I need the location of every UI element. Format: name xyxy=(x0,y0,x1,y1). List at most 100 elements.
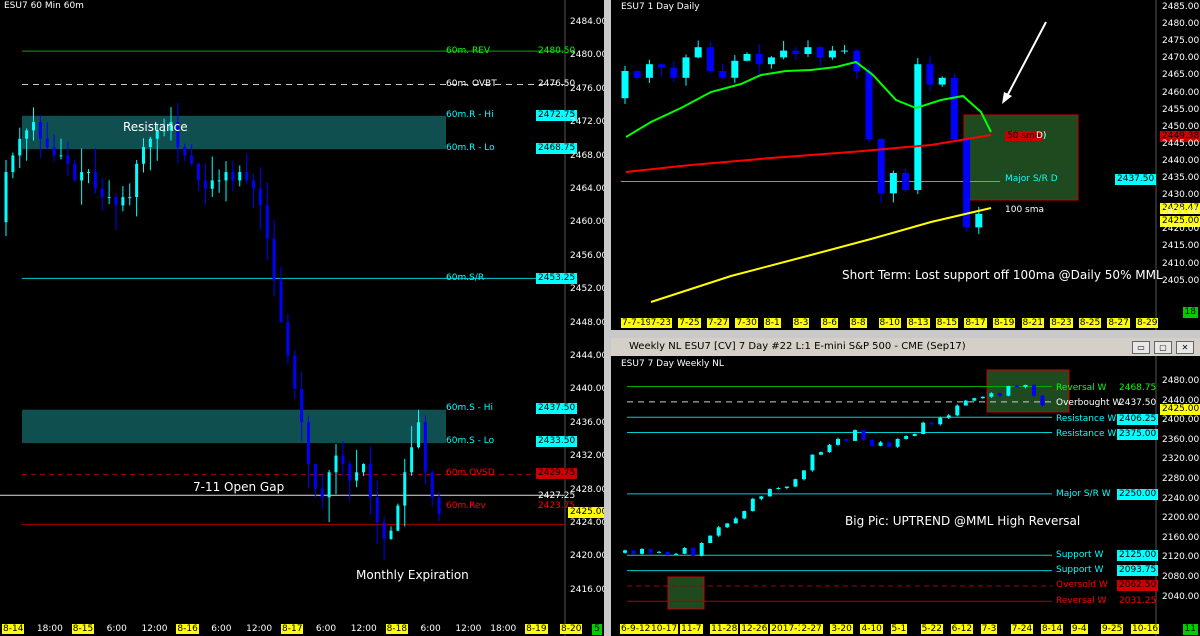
y-tick-label: 2320.00 xyxy=(1162,454,1200,465)
candle-body xyxy=(334,455,338,473)
candle-body xyxy=(265,205,269,239)
expiration-label: Monthly Expiration xyxy=(356,568,469,582)
y-tick-label: 2360.00 xyxy=(1162,434,1200,445)
x-tick-label: 8-19 xyxy=(525,624,548,634)
candle-body xyxy=(810,454,815,471)
candle-body xyxy=(38,122,42,139)
y-tick-label: 2080.00 xyxy=(1162,572,1200,582)
candle-body xyxy=(780,50,788,58)
sma-green-line xyxy=(625,60,992,138)
x-tick-label: 12:00 xyxy=(141,624,168,634)
candle-body xyxy=(93,172,97,189)
chart-daily[interactable]: ESU7 1 Day Daily 50 sma D) Major S/R D 1… xyxy=(611,0,1200,330)
level-ovbt-label: 60m. OVBT xyxy=(446,79,497,89)
x-tick-label: 8-10 xyxy=(878,318,901,328)
y-tick-label: 2425.00 xyxy=(1162,207,1200,218)
candle-body xyxy=(997,393,1002,396)
price-rev2: 2031.25 xyxy=(1119,596,1157,606)
x-tick-label: 8-14 xyxy=(1040,624,1064,634)
pane-divider-horizontal[interactable] xyxy=(611,330,1200,338)
candle-body xyxy=(950,77,958,139)
highlight-zone xyxy=(963,114,1079,201)
resistance-zone xyxy=(22,115,446,150)
pane-divider-vertical[interactable] xyxy=(604,0,611,636)
candle-body xyxy=(313,463,317,489)
y-tick-label: 2450.00 xyxy=(1162,121,1200,132)
x-tick-label: 8-15 xyxy=(935,318,959,328)
x-tick-label: 5-22 xyxy=(920,624,944,634)
y-tick-label: 2476.00 xyxy=(570,83,604,94)
candle-body xyxy=(410,447,414,473)
arrow-head xyxy=(1002,92,1012,104)
chart-60min[interactable]: ESU7 60 Min 60m Resistance 7-11 Open Gap… xyxy=(0,0,604,636)
candle-body xyxy=(658,64,666,68)
y-tick-label: 2468.00 xyxy=(570,150,604,161)
y-tick-label: 2485.00 xyxy=(1162,2,1200,12)
y-tick-label: 2455.00 xyxy=(1162,104,1200,115)
candle-body xyxy=(895,438,900,447)
candle-body xyxy=(245,172,249,181)
candle-body xyxy=(955,405,960,416)
candle-body xyxy=(767,57,775,65)
y-tick-label: 2440.00 xyxy=(570,384,604,395)
x-tick-label: 6:00 xyxy=(211,624,232,634)
candle-body xyxy=(938,77,946,85)
candle-body xyxy=(827,444,832,453)
short-term-note: Short Term: Lost support off 100ma @Dail… xyxy=(842,268,1163,282)
y-tick-label: 2420.00 xyxy=(1162,224,1200,235)
candle-body xyxy=(755,54,763,65)
candle-body xyxy=(621,71,629,99)
major-sr-label: Major S/R D xyxy=(1005,174,1058,184)
x-tick-label: 5-1 xyxy=(890,624,908,634)
level-rev2: Reversal W xyxy=(1056,596,1107,606)
level-res1: Resistance W xyxy=(1056,414,1117,424)
candle-body xyxy=(670,67,678,78)
candle-body xyxy=(396,505,400,531)
candle-body xyxy=(148,138,152,148)
x-tick-label: 6:00 xyxy=(315,624,337,634)
candle-body xyxy=(320,488,324,498)
x-tick-label: 8-15 xyxy=(71,624,95,634)
x-tick-label: 6:00 xyxy=(420,624,441,634)
resistance-label: Resistance xyxy=(123,120,188,134)
x-tick-label: 8-16 xyxy=(176,624,199,634)
price-sup2: 2093.75 xyxy=(1117,565,1159,576)
candle-body xyxy=(11,155,15,173)
candle-body xyxy=(929,422,934,425)
level-slo-label: 60m.S - Lo xyxy=(446,436,495,446)
candle-body xyxy=(804,47,812,54)
x-tick-label: 8-17 xyxy=(964,318,987,328)
y-tick-label: 2456.00 xyxy=(570,250,604,261)
level-ob-w: Overbought W xyxy=(1056,398,1122,408)
candle-body xyxy=(18,138,22,156)
candle-body xyxy=(989,393,994,397)
candle-body xyxy=(272,238,276,281)
candle-body xyxy=(238,172,242,181)
candle-body xyxy=(731,60,739,78)
candle-body xyxy=(623,550,627,553)
y-tick-label: 2460.00 xyxy=(1162,87,1200,98)
y-tick-label: 2416.00 xyxy=(570,584,604,595)
candle-body xyxy=(45,138,49,148)
y-tick-label: 2280.00 xyxy=(1162,474,1200,484)
price-sr: 2453.25 xyxy=(536,273,578,284)
level-rlo-label: 60m.R - Lo xyxy=(446,143,495,153)
x-tick-label: 7-27 xyxy=(706,318,730,328)
candle-body xyxy=(980,396,985,399)
y-tick-label: 2475.00 xyxy=(1162,36,1200,47)
level-rev-label: 60m. REV xyxy=(446,46,491,56)
candle-body xyxy=(674,553,679,555)
x-tick-label: 7-30 xyxy=(735,318,758,328)
x-tick-label: 6-9-12 xyxy=(620,624,652,634)
level-rev-w: Reversal W xyxy=(1056,383,1107,393)
x-tick-label: 7-25 xyxy=(678,318,701,328)
candle-body xyxy=(716,527,721,536)
candle-body xyxy=(877,139,885,194)
x-tick-label: 8-17 xyxy=(281,624,304,634)
y-tick-label: 2410.00 xyxy=(1162,258,1200,269)
candle-body xyxy=(252,180,255,189)
x-tick-label: 12-26 xyxy=(740,624,769,634)
candle-body xyxy=(742,511,747,519)
candle-body xyxy=(725,523,730,528)
chart-weekly[interactable]: Weekly NL ESU7 [CV] 7 Day #22 L:1 E-mini… xyxy=(611,338,1200,636)
